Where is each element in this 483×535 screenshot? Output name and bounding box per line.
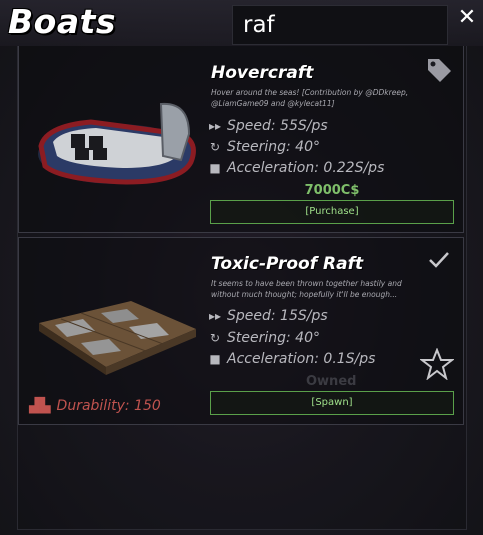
checkmark-icon — [429, 252, 449, 268]
speed-value: Speed: 55S/ps — [227, 118, 328, 134]
boat-card-hovercraft: Hovercraft Hover around the seas! [Contr… — [18, 46, 464, 233]
square-icon: ■ — [209, 161, 221, 175]
acceleration-stat: ■ Acceleration: 0.1S/ps — [208, 351, 375, 367]
search-input[interactable] — [232, 5, 448, 45]
speed-stat: ▸▸ Speed: 15S/ps — [208, 308, 328, 324]
boat-name: Toxic-Proof Raft — [211, 254, 364, 274]
durability-stat: ▟▙ Durability: 150 — [29, 398, 161, 414]
speed-value: Speed: 15S/ps — [227, 308, 328, 324]
refresh-icon: ↻ — [209, 331, 221, 345]
fast-forward-icon: ▸▸ — [208, 119, 222, 133]
close-button[interactable]: ✕ — [455, 5, 479, 31]
speed-stat: ▸▸ Speed: 55S/ps — [208, 118, 328, 134]
spawn-button[interactable]: [Spawn] — [210, 391, 454, 415]
square-icon: ■ — [209, 352, 221, 366]
boat-description: It seems to have been thrown together ha… — [211, 279, 402, 299]
purchase-button[interactable]: [Purchase] — [210, 200, 454, 224]
fast-forward-icon: ▸▸ — [208, 309, 222, 323]
acceleration-value: Acceleration: 0.22S/ps — [227, 160, 385, 176]
boat-card-toxic-proof-raft: Toxic-Proof Raft It seems to have been t… — [18, 237, 464, 425]
broken-shield-icon: ▟▙ — [29, 398, 51, 414]
steering-stat: ↻ Steering: 40° — [208, 139, 320, 155]
durability-value: Durability: 150 — [56, 398, 161, 414]
steering-stat: ↻ Steering: 40° — [208, 330, 320, 346]
acceleration-stat: ■ Acceleration: 0.22S/ps — [208, 160, 384, 176]
steering-value: Steering: 40° — [227, 139, 320, 155]
raft-image — [39, 301, 196, 375]
owned-status: Owned — [306, 374, 357, 389]
price-tag-icon — [428, 59, 451, 82]
refresh-icon: ↻ — [209, 140, 221, 154]
boat-description: Hover around the seas! [Contribution by … — [211, 88, 409, 108]
steering-value: Steering: 40° — [227, 330, 320, 346]
page-title: Boats — [8, 2, 117, 41]
boat-name: Hovercraft — [211, 63, 314, 83]
star-outline-icon[interactable] — [420, 348, 454, 380]
acceleration-value: Acceleration: 0.1S/ps — [227, 351, 376, 367]
price-label: 7000C$ — [304, 183, 360, 198]
hovercraft-image — [38, 102, 196, 185]
